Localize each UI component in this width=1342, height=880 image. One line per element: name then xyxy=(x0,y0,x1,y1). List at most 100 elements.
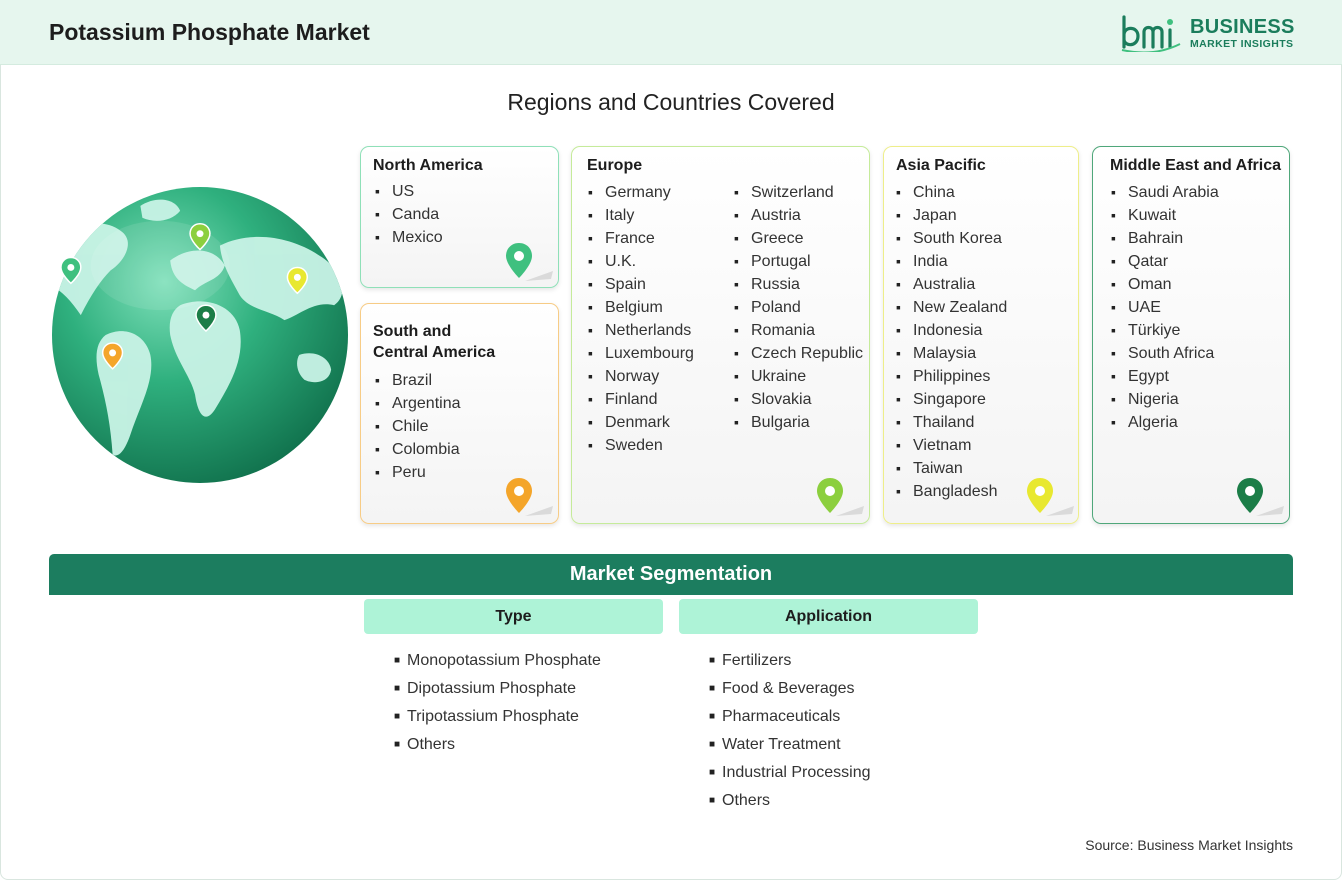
list-item: Colombia xyxy=(375,438,461,461)
region-list-north-america: US Canda Mexico xyxy=(375,180,443,249)
location-pin-icon xyxy=(817,478,864,516)
list-item: Czech Republic xyxy=(734,342,863,365)
region-list-south-central-america: Brazil Argentina Chile Colombia Peru xyxy=(375,369,461,484)
location-pin-icon xyxy=(1237,478,1284,516)
region-card-north-america: North America US Canda Mexico xyxy=(360,146,559,288)
list-item: Malaysia xyxy=(896,342,1007,365)
list-item: Poland xyxy=(734,296,863,319)
segment-header-type: Type xyxy=(364,599,663,634)
list-item: Greece xyxy=(734,227,863,250)
region-title-south-central-america: South and Central America xyxy=(373,321,495,363)
bmi-logo: BUSINESS MARKET INSIGHTS xyxy=(1120,14,1295,54)
list-item: China xyxy=(896,181,1007,204)
list-item: Spain xyxy=(588,273,694,296)
list-item: Tripotassium Phosphate xyxy=(394,703,601,731)
list-item: Denmark xyxy=(588,411,694,434)
header-bar: Potassium Phosphate Market BUSINESS MARK… xyxy=(0,0,1342,65)
list-item: Fertilizers xyxy=(709,647,871,675)
list-item: Kuwait xyxy=(1111,204,1219,227)
market-segmentation-bar: Market Segmentation xyxy=(49,554,1293,595)
list-item: South Korea xyxy=(896,227,1007,250)
list-item: Brazil xyxy=(375,369,461,392)
list-item: Portugal xyxy=(734,250,863,273)
page-title: Potassium Phosphate Market xyxy=(49,19,370,45)
list-item: Oman xyxy=(1111,273,1219,296)
list-item: Canda xyxy=(375,203,443,226)
list-item: Chile xyxy=(375,415,461,438)
list-item: UAE xyxy=(1111,296,1219,319)
list-item: Dipotassium Phosphate xyxy=(394,675,601,703)
list-item: France xyxy=(588,227,694,250)
segment-list-application: Fertilizers Food & Beverages Pharmaceuti… xyxy=(709,647,871,815)
region-title-europe: Europe xyxy=(587,157,643,174)
list-item: Argentina xyxy=(375,392,461,415)
list-item: Indonesia xyxy=(896,319,1007,342)
list-item: Algeria xyxy=(1111,411,1219,434)
list-item: South Africa xyxy=(1111,342,1219,365)
regions-title: Regions and Countries Covered xyxy=(507,89,835,115)
region-list-europe-col1: Germany Italy France U.K. Spain Belgium … xyxy=(588,181,694,457)
region-card-south-central-america: South and Central America Brazil Argenti… xyxy=(360,303,559,524)
region-title-north-america: North America xyxy=(373,157,483,174)
list-item: New Zealand xyxy=(896,296,1007,319)
list-item: Egypt xyxy=(1111,365,1219,388)
list-item: Sweden xyxy=(588,434,694,457)
segment-list-type: Monopotassium Phosphate Dipotassium Phos… xyxy=(394,647,601,759)
list-item: Food & Beverages xyxy=(709,675,871,703)
list-item: Russia xyxy=(734,273,863,296)
list-item: Switzerland xyxy=(734,181,863,204)
region-title-line: South and xyxy=(373,323,452,340)
list-item: Pharmaceuticals xyxy=(709,703,871,731)
region-card-europe: Europe Germany Italy France U.K. Spain B… xyxy=(571,146,870,524)
list-item: Vietnam xyxy=(896,434,1007,457)
list-item: Bangladesh xyxy=(896,480,1007,503)
location-pin-icon xyxy=(506,243,553,281)
list-item: US xyxy=(375,180,443,203)
list-item: Water Treatment xyxy=(709,731,871,759)
list-item: Peru xyxy=(375,461,461,484)
list-item: Norway xyxy=(588,365,694,388)
list-item: Bahrain xyxy=(1111,227,1219,250)
list-item: Singapore xyxy=(896,388,1007,411)
list-item: Ukraine xyxy=(734,365,863,388)
list-item: Australia xyxy=(896,273,1007,296)
list-item: Philippines xyxy=(896,365,1007,388)
list-item: Saudi Arabia xyxy=(1111,181,1219,204)
region-list-middle-east-africa: Saudi Arabia Kuwait Bahrain Qatar Oman U… xyxy=(1111,181,1219,434)
list-item: Thailand xyxy=(896,411,1007,434)
logo-text-market-insights: MARKET INSIGHTS xyxy=(1190,38,1294,50)
list-item: Türkiye xyxy=(1111,319,1219,342)
region-card-asia-pacific: Asia Pacific China Japan South Korea Ind… xyxy=(883,146,1079,524)
source-note: Source: Business Market Insights xyxy=(1085,837,1293,853)
list-item: Belgium xyxy=(588,296,694,319)
list-item: Nigeria xyxy=(1111,388,1219,411)
region-card-middle-east-africa: Middle East and Africa Saudi Arabia Kuwa… xyxy=(1092,146,1290,524)
list-item: Mexico xyxy=(375,226,443,249)
list-item: Italy xyxy=(588,204,694,227)
list-item: Industrial Processing xyxy=(709,759,871,787)
list-item: Others xyxy=(709,787,871,815)
globe-illustration xyxy=(51,186,349,484)
list-item: Qatar xyxy=(1111,250,1219,273)
region-list-asia-pacific: China Japan South Korea India Australia … xyxy=(896,181,1007,503)
region-title-asia-pacific: Asia Pacific xyxy=(896,157,986,174)
list-item: Luxembourg xyxy=(588,342,694,365)
list-item: Monopotassium Phosphate xyxy=(394,647,601,675)
location-pin-icon xyxy=(506,478,553,516)
list-item: India xyxy=(896,250,1007,273)
region-title-middle-east-africa: Middle East and Africa xyxy=(1110,157,1281,174)
list-item: Slovakia xyxy=(734,388,863,411)
list-item: Austria xyxy=(734,204,863,227)
list-item: Others xyxy=(394,731,601,759)
region-list-europe-col2: Switzerland Austria Greece Portugal Russ… xyxy=(734,181,863,434)
list-item: Finland xyxy=(588,388,694,411)
region-title-line: Central America xyxy=(373,344,496,361)
logo-text-business: BUSINESS xyxy=(1190,16,1295,38)
list-item: Bulgaria xyxy=(734,411,863,434)
list-item: Romania xyxy=(734,319,863,342)
segment-header-application: Application xyxy=(679,599,978,634)
list-item: Taiwan xyxy=(896,457,1007,480)
list-item: U.K. xyxy=(588,250,694,273)
bmi-logo-mark-icon xyxy=(1121,15,1181,52)
list-item: Japan xyxy=(896,204,1007,227)
